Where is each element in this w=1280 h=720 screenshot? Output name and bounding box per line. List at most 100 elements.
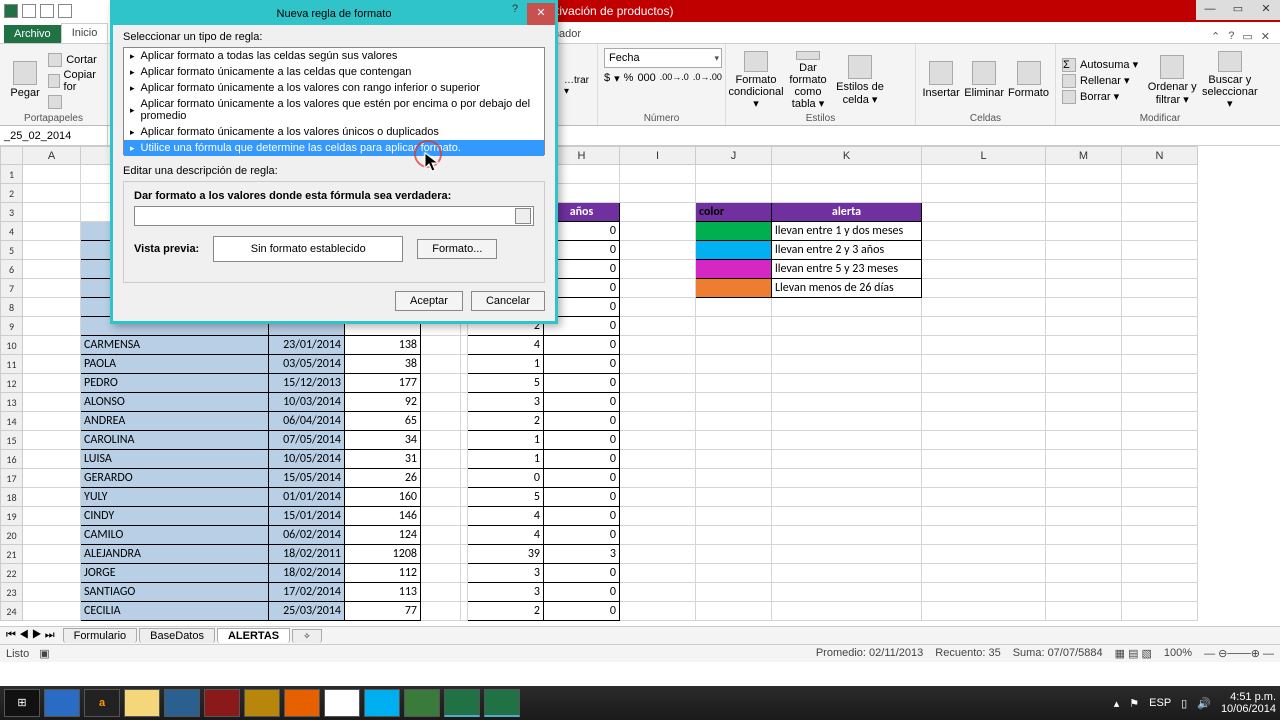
cell[interactable] <box>772 488 922 507</box>
cell[interactable]: 146 <box>345 507 421 526</box>
cell[interactable]: 06/02/2014 <box>269 526 345 545</box>
cell[interactable] <box>922 336 1046 355</box>
cell[interactable] <box>696 374 772 393</box>
cell[interactable] <box>421 431 461 450</box>
cell[interactable] <box>421 469 461 488</box>
cell[interactable] <box>23 260 81 279</box>
close-button[interactable]: ✕ <box>1252 0 1280 20</box>
cell[interactable] <box>620 298 696 317</box>
cell[interactable]: 3 <box>544 545 620 564</box>
cell[interactable] <box>1046 336 1122 355</box>
cell[interactable] <box>1046 488 1122 507</box>
row-header[interactable]: 12 <box>1 374 23 393</box>
cell[interactable] <box>23 545 81 564</box>
cell[interactable] <box>620 393 696 412</box>
cell[interactable]: 0 <box>544 355 620 374</box>
cell[interactable] <box>23 488 81 507</box>
cell[interactable] <box>772 336 922 355</box>
cell[interactable] <box>1046 165 1122 184</box>
cell[interactable] <box>1046 602 1122 621</box>
cell[interactable]: 0 <box>544 526 620 545</box>
view-normal-icon[interactable]: ▦ ▤ ▧ <box>1115 647 1152 660</box>
cell[interactable] <box>1122 564 1198 583</box>
cell[interactable] <box>696 564 772 583</box>
cell[interactable] <box>461 545 468 564</box>
row-header[interactable]: 2 <box>1 184 23 203</box>
minimize-button[interactable]: — <box>1196 0 1224 20</box>
formula-input-box[interactable] <box>134 206 534 226</box>
cell[interactable]: 10/05/2014 <box>269 450 345 469</box>
cell[interactable] <box>620 583 696 602</box>
range-selector-button[interactable] <box>515 208 531 224</box>
increase-decimal-button[interactable]: .00→.0 <box>660 72 689 85</box>
row-header[interactable]: 24 <box>1 602 23 621</box>
cell[interactable] <box>922 545 1046 564</box>
currency-button[interactable]: $ <box>604 72 610 85</box>
cell[interactable] <box>421 412 461 431</box>
taskbar-power[interactable] <box>204 689 240 717</box>
cell[interactable]: 5 <box>468 488 544 507</box>
cell[interactable] <box>461 393 468 412</box>
cell[interactable]: 65 <box>345 412 421 431</box>
window-restore-icon[interactable]: ▭ <box>1242 30 1252 43</box>
undo-icon[interactable] <box>40 4 54 18</box>
cell[interactable] <box>23 222 81 241</box>
tray-chevron-icon[interactable]: ▴ <box>1114 697 1120 710</box>
cell[interactable] <box>772 355 922 374</box>
cell[interactable] <box>1046 279 1122 298</box>
cell[interactable] <box>23 583 81 602</box>
cell[interactable] <box>696 431 772 450</box>
cell[interactable] <box>620 545 696 564</box>
row-header[interactable]: 8 <box>1 298 23 317</box>
cell[interactable]: 3 <box>468 583 544 602</box>
row-header[interactable]: 4 <box>1 222 23 241</box>
cell[interactable] <box>1122 431 1198 450</box>
cell[interactable]: 0 <box>544 469 620 488</box>
cell[interactable]: SANTIAGO <box>81 583 269 602</box>
cell[interactable] <box>1046 469 1122 488</box>
cell[interactable] <box>461 583 468 602</box>
cell[interactable] <box>1122 260 1198 279</box>
cell[interactable] <box>1046 526 1122 545</box>
cell[interactable] <box>772 583 922 602</box>
row-header[interactable]: 10 <box>1 336 23 355</box>
percent-button[interactable]: % <box>624 72 634 85</box>
cell[interactable] <box>620 241 696 260</box>
sheet-tab-formulario[interactable]: Formulario <box>63 628 138 643</box>
cell[interactable] <box>620 526 696 545</box>
cell[interactable] <box>696 222 772 241</box>
cell[interactable]: 0 <box>544 583 620 602</box>
tab-file[interactable]: Archivo <box>4 25 61 43</box>
cell[interactable] <box>922 602 1046 621</box>
sheet-nav-first[interactable]: ⏮ ◀ ▶ ⏭ <box>6 629 55 642</box>
cell[interactable]: 0 <box>544 564 620 583</box>
cell[interactable] <box>421 545 461 564</box>
cell[interactable] <box>772 184 922 203</box>
dialog-titlebar[interactable]: Nueva regla de formato ? ✕ <box>113 3 555 25</box>
cell[interactable] <box>696 260 772 279</box>
cell[interactable]: 124 <box>345 526 421 545</box>
format-as-table-button[interactable]: Dar formato como tabla ▾ <box>784 51 832 111</box>
rule-type-option[interactable]: Aplicar formato únicamente a los valores… <box>124 80 544 96</box>
row-header[interactable]: 7 <box>1 279 23 298</box>
cell[interactable]: 0 <box>544 507 620 526</box>
cell[interactable] <box>421 583 461 602</box>
cell[interactable]: 1 <box>468 431 544 450</box>
cell[interactable] <box>1122 469 1198 488</box>
cell[interactable] <box>1046 374 1122 393</box>
column-header[interactable]: M <box>1046 147 1122 165</box>
row-header[interactable]: 15 <box>1 431 23 450</box>
cell[interactable]: ALEJANDRA <box>81 545 269 564</box>
cell[interactable] <box>696 602 772 621</box>
cell[interactable]: 1208 <box>345 545 421 564</box>
column-header[interactable]: K <box>772 147 922 165</box>
zoom-slider[interactable]: — ⊖───⊕ — <box>1204 647 1274 660</box>
number-format-combo[interactable]: Fecha <box>604 48 722 68</box>
column-header[interactable]: N <box>1122 147 1198 165</box>
rule-type-option[interactable]: Aplicar formato únicamente a las celdas … <box>124 64 544 80</box>
comma-button[interactable]: 000 <box>637 72 655 85</box>
cell[interactable] <box>1122 298 1198 317</box>
cell[interactable] <box>620 507 696 526</box>
cell[interactable] <box>421 526 461 545</box>
tray-volume-icon[interactable]: 🔊 <box>1197 697 1211 710</box>
